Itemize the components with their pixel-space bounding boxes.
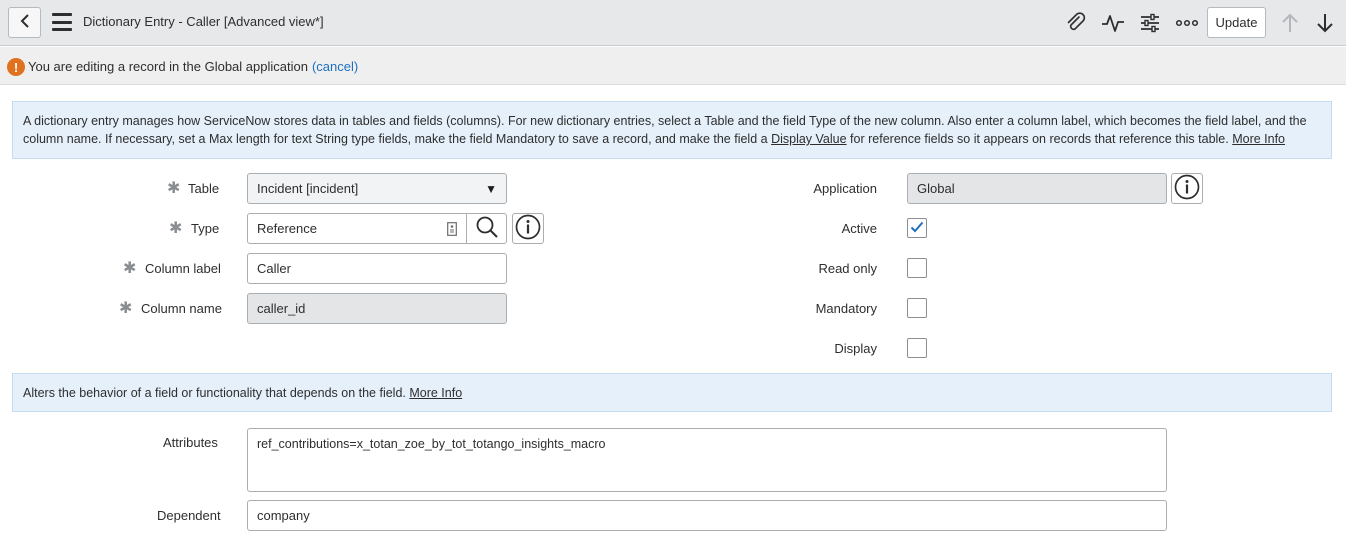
column-label-label: Column label [145,261,221,276]
table-value: Incident [incident] [257,181,359,196]
column-name-value: caller_id [257,301,306,316]
table-select[interactable]: Incident [incident] ▼ [247,173,507,204]
more-options-icon[interactable] [1173,9,1201,37]
reference-doc-icon [447,222,457,239]
dependent-value: company [257,508,310,523]
arrow-up-icon[interactable] [1276,9,1304,37]
application-input: Global [907,173,1167,204]
display-value-link[interactable]: Display Value [771,132,847,146]
required-icon: ✱ [169,220,183,237]
attributes-value: ref_contributions=x_totan_zoe_by_tot_tot… [257,437,606,451]
attributes-help-text: Alters the behavior of a field or functi… [23,386,410,400]
settings-sliders-icon[interactable] [1136,9,1164,37]
mandatory-checkbox[interactable] [907,298,927,318]
more-info-link[interactable]: More Info [1232,132,1285,146]
type-input[interactable]: Reference [247,213,467,244]
form-header: Dictionary Entry - Caller [Advanced view… [0,0,1346,46]
mandatory-label: Mandatory [815,301,877,316]
table-label: Table [188,181,220,196]
dependent-label: Dependent [157,508,221,523]
dependent-input[interactable]: company [247,500,1167,531]
type-info-button[interactable] [512,213,544,244]
active-checkbox[interactable] [907,218,927,238]
type-label: Type [191,221,220,236]
search-icon [475,215,499,242]
read-only-checkbox[interactable] [907,258,927,278]
arrow-down-icon[interactable] [1311,9,1339,37]
application-notice: ! You are editing a record in the Global… [0,47,1346,85]
application-value: Global [917,181,955,196]
page-title: Dictionary Entry - Caller [Advanced view… [83,14,324,29]
type-lookup-button[interactable] [466,213,507,244]
info-icon [515,214,541,243]
update-button[interactable]: Update [1207,7,1266,38]
attachment-icon[interactable] [1062,9,1090,37]
caret-down-icon: ▼ [485,181,497,196]
notice-text: You are editing a record in the Global a… [28,59,308,74]
checkmark-icon [910,221,924,236]
info-icon [1174,174,1200,203]
column-label-input[interactable]: Caller [247,253,507,284]
help-text-part2: for reference fields so it appears on re… [846,132,1233,146]
attributes-help-box: Alters the behavior of a field or functi… [12,373,1332,412]
column-name-label: Column name [141,301,222,316]
application-info-button[interactable] [1171,173,1203,204]
chevron-left-icon [19,13,31,32]
display-label: Display [834,341,877,356]
warning-icon: ! [7,58,25,76]
activity-icon[interactable] [1099,9,1127,37]
application-label: Application [813,181,877,196]
required-icon: ✱ [167,180,181,197]
read-only-label: Read only [818,261,877,276]
column-label-value: Caller [257,261,291,276]
more-info-link[interactable]: More Info [409,386,462,400]
attributes-label: Attributes [163,435,218,450]
back-button[interactable] [8,7,41,38]
type-value: Reference [257,221,317,236]
active-label: Active [841,221,877,236]
display-checkbox[interactable] [907,338,927,358]
attributes-textarea[interactable]: ref_contributions=x_totan_zoe_by_tot_tot… [247,428,1167,492]
required-icon: ✱ [119,300,133,317]
column-name-input: caller_id [247,293,507,324]
required-icon: ✱ [123,260,137,277]
menu-icon[interactable] [52,13,72,31]
cancel-link[interactable]: (cancel) [312,59,358,74]
dictionary-help-box: A dictionary entry manages how ServiceNo… [12,101,1332,159]
